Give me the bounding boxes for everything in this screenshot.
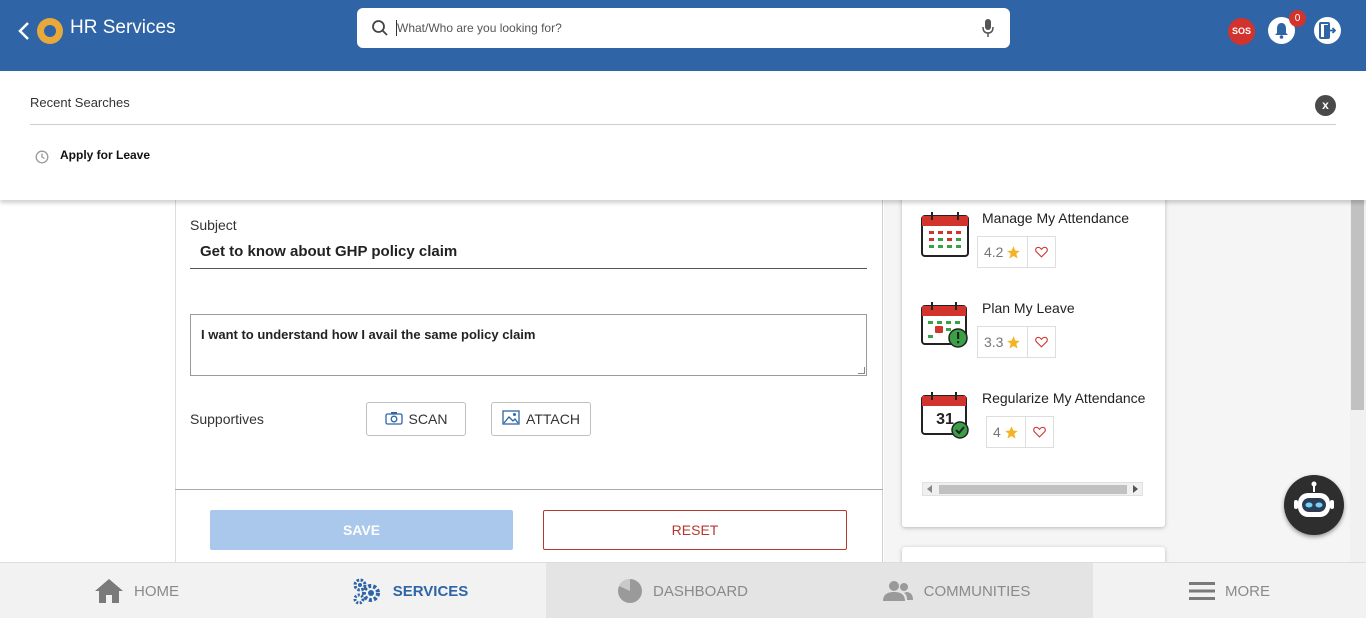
nav-more[interactable]: MORE bbox=[1093, 563, 1366, 618]
rating-number: 4.2 bbox=[984, 244, 1004, 260]
service-name[interactable]: Manage My Attendance bbox=[982, 210, 1129, 226]
attach-button[interactable]: ATTACH bbox=[491, 402, 591, 436]
nav-communities-label: COMMUNITIES bbox=[923, 582, 1031, 600]
search-bar[interactable] bbox=[357, 8, 1010, 48]
star-icon bbox=[1005, 425, 1018, 438]
divider bbox=[30, 124, 1336, 125]
company-logo-icon bbox=[37, 18, 63, 44]
rating-number: 3.3 bbox=[984, 334, 1004, 350]
camera-icon bbox=[384, 411, 403, 428]
hamburger-menu-icon bbox=[1189, 582, 1215, 600]
star-icon bbox=[1007, 335, 1021, 348]
subject-label: Subject bbox=[190, 217, 237, 233]
nav-services[interactable]: SERVICES bbox=[273, 563, 546, 618]
subject-input[interactable]: Get to know about GHP policy claim bbox=[200, 243, 457, 260]
recent-searches-panel: Recent Searches x Apply for Leave bbox=[0, 71, 1366, 200]
horizontal-scrollbar[interactable] bbox=[922, 482, 1143, 496]
microphone-icon[interactable] bbox=[981, 18, 995, 38]
service-name[interactable]: Plan My Leave bbox=[982, 300, 1075, 316]
rating-value: 4 bbox=[987, 417, 1025, 447]
heart-icon bbox=[1032, 426, 1046, 438]
nav-home[interactable]: HOME bbox=[0, 563, 273, 618]
description-textarea[interactable]: I want to understand how I avail the sam… bbox=[190, 314, 867, 376]
recent-searches-title: Recent Searches bbox=[30, 95, 130, 110]
close-button[interactable]: x bbox=[1315, 95, 1336, 116]
home-icon bbox=[95, 579, 123, 603]
gears-icon bbox=[353, 578, 380, 605]
people-icon bbox=[882, 581, 913, 601]
rating-value: 3.3 bbox=[978, 327, 1027, 357]
scrollbar-thumb[interactable] bbox=[1351, 200, 1364, 410]
search-input[interactable] bbox=[397, 16, 957, 40]
supportives-label: Supportives bbox=[190, 411, 264, 427]
logout-icon[interactable] bbox=[1314, 17, 1341, 44]
heart-icon bbox=[1035, 336, 1049, 348]
heart-icon bbox=[1035, 246, 1049, 258]
page-title: HR Services bbox=[70, 17, 176, 38]
text-cursor bbox=[396, 20, 397, 36]
star-icon bbox=[1007, 245, 1021, 258]
service-rating: 3.3 bbox=[977, 326, 1057, 358]
pie-chart-icon bbox=[617, 578, 642, 603]
calendar-day-number: 31 bbox=[936, 411, 954, 428]
recent-search-item[interactable]: Apply for Leave bbox=[60, 148, 150, 162]
rating-value: 4.2 bbox=[978, 237, 1027, 267]
favorite-button[interactable] bbox=[1027, 237, 1055, 267]
service-rating: 4.2 bbox=[977, 236, 1057, 268]
service-rating: 4 bbox=[986, 416, 1054, 448]
nav-dashboard[interactable]: DASHBOARD bbox=[546, 563, 819, 618]
notification-count-badge: 0 bbox=[1289, 10, 1306, 27]
scrollbar-thumb[interactable] bbox=[939, 485, 1127, 494]
robot-icon bbox=[1294, 481, 1334, 517]
popular-services-card: Manage My Attendance 4.2 Plan My Leave 3… bbox=[902, 196, 1165, 527]
nav-more-label: MORE bbox=[1225, 582, 1270, 600]
scan-label: SCAN bbox=[408, 411, 448, 427]
scroll-right-arrow-icon[interactable] bbox=[1133, 485, 1138, 493]
service-name[interactable]: Regularize My Attendance bbox=[982, 390, 1145, 406]
bottom-navigation: HOME SERVICES DASHBOARD COMMUNITIES MORE bbox=[0, 562, 1366, 618]
nav-home-label: HOME bbox=[134, 582, 179, 600]
sos-button[interactable]: SOS bbox=[1228, 18, 1255, 45]
nav-dashboard-label: DASHBOARD bbox=[652, 582, 749, 600]
favorite-button[interactable] bbox=[1024, 417, 1053, 447]
attendance-calendar-icon[interactable] bbox=[920, 210, 970, 260]
description-text: I want to understand how I avail the sam… bbox=[201, 327, 536, 342]
image-icon bbox=[502, 410, 520, 428]
rating-number: 4 bbox=[993, 424, 1001, 440]
divider bbox=[175, 489, 883, 490]
nav-communities[interactable]: COMMUNITIES bbox=[819, 563, 1093, 618]
resize-handle[interactable] bbox=[858, 367, 865, 374]
leave-calendar-icon[interactable] bbox=[920, 300, 970, 350]
search-icon bbox=[371, 19, 389, 37]
history-clock-icon bbox=[35, 150, 49, 164]
scan-button[interactable]: SCAN bbox=[366, 402, 466, 436]
nav-services-label: SERVICES bbox=[392, 582, 469, 600]
app-header: HR Services SOS 0 bbox=[0, 0, 1366, 71]
chatbot-button[interactable] bbox=[1284, 475, 1344, 535]
favorite-button[interactable] bbox=[1027, 327, 1055, 357]
attach-label: ATTACH bbox=[526, 411, 580, 427]
scroll-left-arrow-icon[interactable] bbox=[927, 485, 932, 493]
reset-button[interactable]: RESET bbox=[543, 510, 847, 550]
save-button[interactable]: SAVE bbox=[210, 510, 513, 550]
subject-underline bbox=[190, 268, 867, 269]
back-arrow-icon[interactable] bbox=[16, 20, 34, 42]
